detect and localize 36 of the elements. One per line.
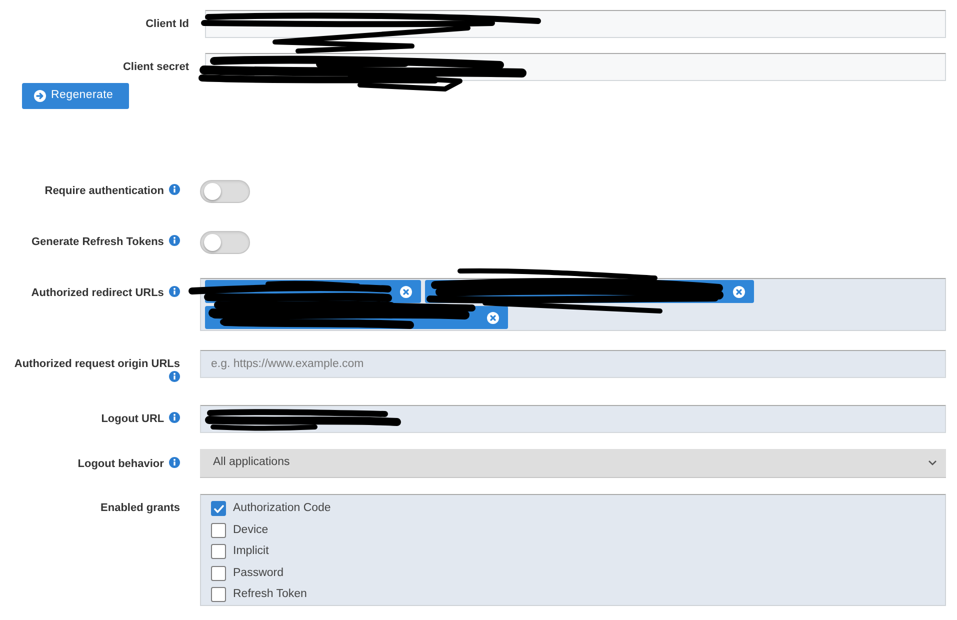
dropdown[interactable]: All applications (200, 449, 946, 478)
checkbox[interactable] (211, 587, 226, 602)
field-label: Authorized redirect URLs (31, 287, 164, 299)
close-icon[interactable] (733, 286, 745, 298)
text-field[interactable]: e.g. https://www.example.com (200, 350, 946, 378)
info-icon[interactable] (169, 457, 180, 468)
checkbox[interactable] (211, 501, 226, 516)
field-label: Logout URL (101, 413, 164, 425)
chevron-down-icon (928, 460, 937, 466)
info-icon[interactable] (169, 184, 180, 195)
field-label: Authorized request origin URLs (14, 358, 180, 370)
info-icon[interactable] (169, 412, 180, 423)
info-icon[interactable] (169, 235, 180, 246)
checkbox[interactable] (211, 566, 226, 581)
close-icon[interactable] (487, 312, 499, 324)
checkbox-label[interactable]: Implicit (233, 543, 269, 560)
checkbox-label[interactable]: Refresh Token (233, 586, 307, 604)
info-icon[interactable] (169, 371, 180, 382)
field-label: Logout behavior (78, 458, 164, 470)
toggle-switch[interactable] (200, 180, 250, 203)
checkbox-label[interactable]: Authorization Code (233, 500, 331, 518)
field-label: Require authentication (44, 185, 164, 197)
regenerate-button[interactable]: Regenerate (22, 83, 129, 109)
checkbox[interactable] (211, 522, 226, 538)
checkbox-label[interactable]: Device (233, 522, 268, 539)
checkbox-label[interactable]: Password (233, 564, 284, 582)
field-label: Client Id (146, 18, 189, 30)
toggle-switch[interactable] (200, 231, 250, 254)
field-label: Enabled grants (100, 502, 180, 514)
checkmark-icon (214, 504, 224, 513)
field-label: Client secret (122, 61, 189, 73)
checkbox[interactable] (211, 544, 226, 560)
arrow-right-circle-icon (34, 90, 46, 102)
info-icon[interactable] (169, 286, 180, 297)
field-label: Generate Refresh Tokens (31, 236, 164, 248)
close-icon[interactable] (400, 286, 412, 298)
